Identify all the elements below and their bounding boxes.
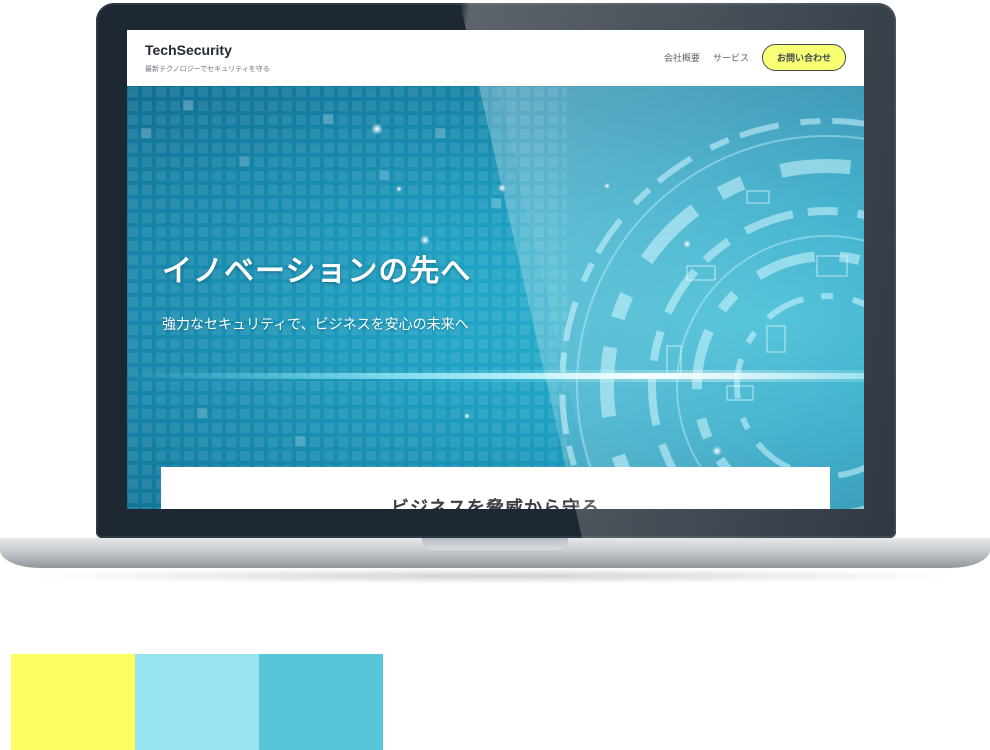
site-logo[interactable]: TechSecurity [145, 42, 232, 58]
laptop-screen: TechSecurity 最新テクノロジーでセキュリティを守る 会社概要 サービ… [127, 30, 864, 509]
nav-link-company[interactable]: 会社概要 [664, 51, 700, 64]
site-tagline: 最新テクノロジーでセキュリティを守る [145, 65, 270, 73]
main-nav: 会社概要 サービス お問い合わせ [664, 43, 846, 71]
laptop-shadow [20, 568, 970, 584]
laptop-opening-notch [422, 538, 568, 550]
section-heading: ビジネスを脅威から守る [391, 498, 600, 509]
nav-link-services[interactable]: サービス [713, 51, 749, 64]
intro-card: ビジネスを脅威から守る [161, 467, 830, 509]
contact-button[interactable]: お問い合わせ [761, 43, 846, 71]
hero-subtitle: 強力なセキュリティで、ビジネスを安心の未来へ [162, 317, 469, 333]
mockup-stage: TechSecurity 最新テクノロジーでセキュリティを守る 会社概要 サービ… [0, 0, 990, 750]
palette-swatch-cyan [259, 654, 383, 750]
palette-swatch-light-cyan [135, 654, 259, 750]
site-header: TechSecurity 最新テクノロジーでセキュリティを守る 会社概要 サービ… [127, 30, 864, 86]
palette-swatch-yellow [11, 654, 135, 750]
hero-tech-background [127, 86, 864, 509]
hero-title: イノベーションの先へ [162, 254, 472, 289]
hero-section: イノベーションの先へ 強力なセキュリティで、ビジネスを安心の未来へ ビジネスを脅… [127, 86, 864, 509]
